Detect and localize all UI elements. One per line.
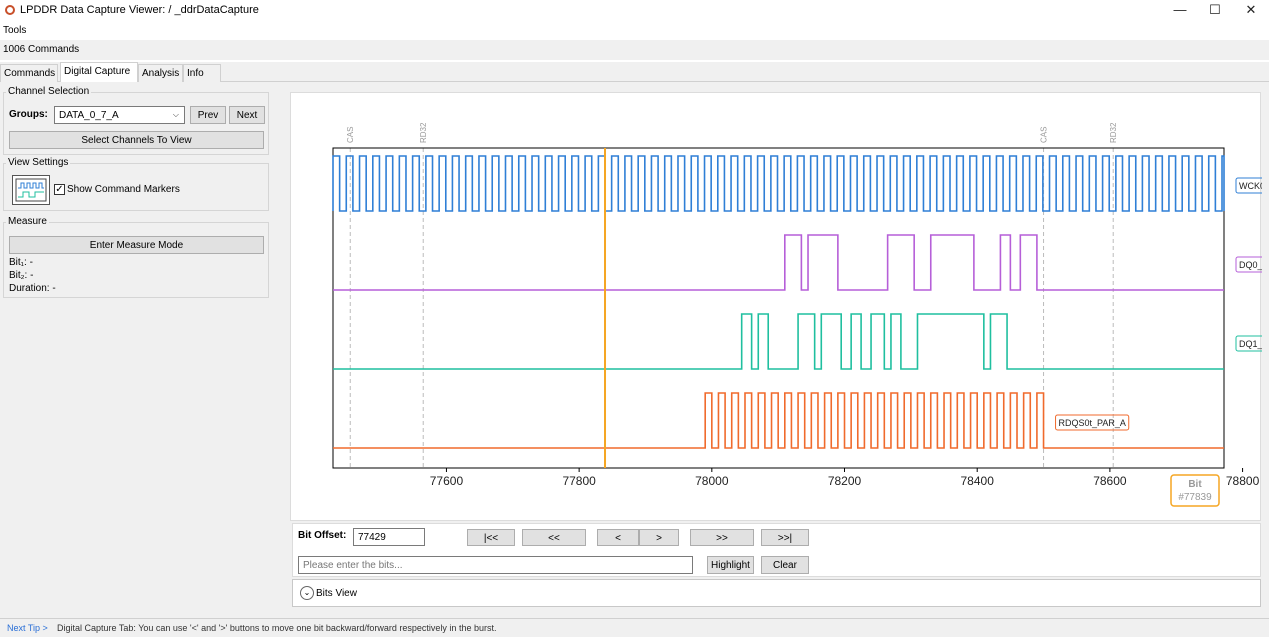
minimize-button[interactable]: — (1162, 1, 1198, 19)
status-bar: Next Tip > Digital Capture Tab: You can … (0, 618, 1269, 637)
x-tick-label: 78000 (695, 474, 729, 488)
bits-input[interactable]: Please enter the bits... (298, 556, 693, 574)
digital-capture-panel: CAS RD32 CAS RD32 77600 77800 78000 78200 78400… (280, 82, 1269, 618)
measure-group: Measure Enter Measure Mode Bit₁: - Bit₂:… (3, 216, 269, 298)
measure-bit1: Bit₁: - (9, 257, 33, 268)
next-bit-button[interactable]: > (639, 529, 679, 546)
show-markers-label: Show Command Markers (67, 184, 180, 195)
command-marker-label: CAS (346, 127, 355, 143)
command-marker-label: RD32 (1109, 122, 1118, 143)
next-tip-link[interactable]: Next Tip > (7, 623, 48, 633)
series-label-text: RDQS0t_PAR_A (1059, 418, 1126, 428)
tab-strip: Commands Digital Capture Analysis Info (0, 62, 1269, 83)
bit-offset-input[interactable]: 77429 (353, 528, 425, 546)
show-markers-checkbox[interactable]: ✓ (54, 184, 65, 195)
x-tick-label: 78400 (961, 474, 995, 488)
series-label-text: WCK0t_A (1239, 181, 1262, 191)
app-icon (5, 5, 15, 15)
tab-commands[interactable]: Commands (0, 64, 58, 82)
command-marker-label: CAS (1040, 127, 1049, 143)
groups-select[interactable]: DATA_0_7_A ⌵ (54, 106, 185, 124)
waveform-wck0t_a (332, 155, 1225, 212)
groups-label: Groups: (9, 109, 48, 120)
left-panel: Channel Selection Groups: DATA_0_7_A ⌵ P… (0, 82, 280, 618)
capture-controls: Bit Offset: 77429 |<< << < > >> >>| Plea… (292, 523, 1261, 577)
x-tick-label: 77800 (562, 474, 596, 488)
series-label: RDQS0t_PAR_A (1055, 414, 1130, 431)
command-marker-label: RD32 (419, 122, 428, 143)
bits-view-section[interactable]: ⌄ Bits View (292, 579, 1261, 607)
enter-measure-mode-button[interactable]: Enter Measure Mode (9, 236, 264, 254)
prev-bit-button[interactable]: < (597, 529, 639, 546)
last-bit-button[interactable]: >>| (761, 529, 809, 546)
series-label: DQ0_A (1235, 256, 1269, 273)
waveform-dq0_a (333, 234, 1224, 291)
next-group-button[interactable]: Next (229, 106, 265, 124)
next-page-button[interactable]: >> (690, 529, 754, 546)
prev-group-button[interactable]: Prev (190, 106, 226, 124)
view-settings-title: View Settings (6, 157, 71, 168)
measure-bit2: Bit₂: - (9, 270, 34, 281)
channel-selection-group: Channel Selection Groups: DATA_0_7_A ⌵ P… (3, 86, 269, 155)
waveform-chart[interactable]: CAS RD32 CAS RD32 77600 77800 78000 78200 78400… (291, 93, 1269, 522)
window-title: LPDDR Data Capture Viewer: / _ddrDataCap… (20, 4, 259, 16)
chevron-down-icon: ⌵ (172, 110, 179, 119)
command-count: 1006 Commands (3, 44, 80, 55)
tab-digital-capture[interactable]: Digital Capture (60, 62, 138, 83)
command-count-bar: 1006 Commands (0, 40, 1269, 60)
maximize-button[interactable]: ☐ (1197, 1, 1233, 19)
tab-analysis[interactable]: Analysis (138, 64, 183, 82)
groups-select-value: DATA_0_7_A (59, 110, 119, 121)
series-label-text: DQ0_A (1239, 260, 1262, 270)
menu-tools[interactable]: Tools (3, 25, 26, 36)
waveform-dq1_a (333, 313, 1224, 370)
view-settings-group: View Settings ✓ Show Command Markers (3, 157, 269, 211)
menu-bar: Tools (0, 24, 1269, 39)
highlight-button[interactable]: Highlight (707, 556, 754, 574)
clear-button[interactable]: Clear (761, 556, 809, 574)
series-label: DQ1_A (1235, 335, 1269, 352)
x-tick-label: 77600 (430, 474, 464, 488)
prev-page-button[interactable]: << (522, 529, 586, 546)
x-tick-label: 78200 (828, 474, 862, 488)
bit-cursor-title: Bit (1188, 479, 1202, 490)
x-tick-label: 78600 (1093, 474, 1127, 488)
channel-selection-title: Channel Selection (6, 86, 92, 97)
bits-view-label: Bits View (316, 588, 357, 599)
series-label-text: DQ1_A (1239, 339, 1262, 349)
select-channels-button[interactable]: Select Channels To View (9, 131, 264, 149)
measure-title: Measure (6, 216, 49, 227)
series-label: WCK0t_A (1235, 177, 1269, 194)
close-button[interactable]: ✕ (1233, 1, 1269, 19)
measure-duration: Duration: - (9, 283, 56, 294)
title-bar: LPDDR Data Capture Viewer: / _ddrDataCap… (0, 0, 1269, 22)
waveform-plot-area[interactable]: CAS RD32 CAS RD32 77600 77800 78000 78200 78400… (290, 92, 1269, 522)
first-bit-button[interactable]: |<< (467, 529, 515, 546)
waveform-icon[interactable] (12, 175, 50, 205)
tab-info[interactable]: Info (183, 64, 221, 82)
chevron-down-icon[interactable]: ⌄ (300, 586, 314, 600)
bit-cursor-value: #77839 (1178, 492, 1212, 503)
tip-text: Digital Capture Tab: You can use '<' and… (57, 623, 497, 633)
bit-offset-label: Bit Offset: (298, 530, 347, 541)
x-tick-label: 78800 (1226, 474, 1260, 488)
